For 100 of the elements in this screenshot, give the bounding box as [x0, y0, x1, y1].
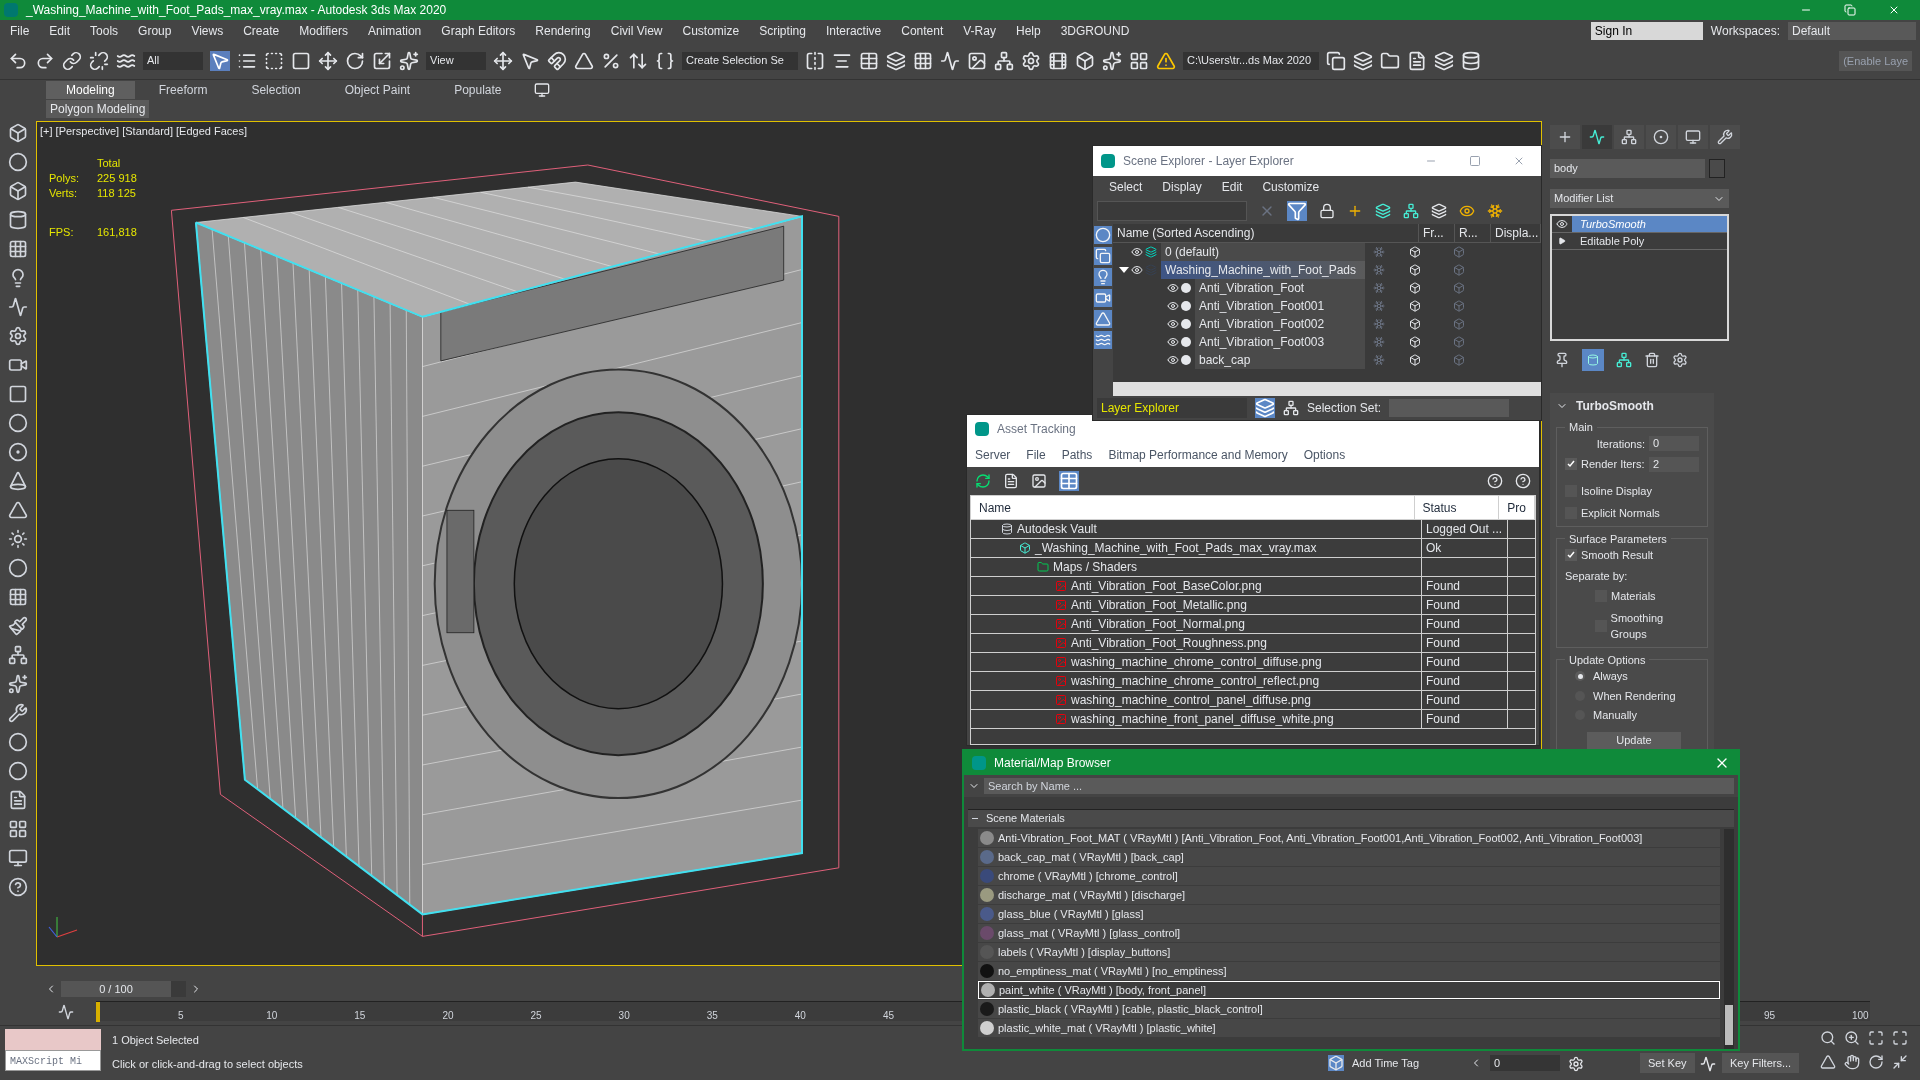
- menu-item[interactable]: Customize: [672, 22, 750, 40]
- column-header[interactable]: Pro: [1499, 496, 1535, 519]
- plus-icon[interactable]: [1550, 125, 1580, 149]
- material-row[interactable]: labels ( VRayMtl ) [display_buttons]: [978, 943, 1720, 961]
- close-icon[interactable]: [1888, 4, 1900, 16]
- project-folder-dropdown[interactable]: C:\Users\tr...ds Max 2020: [1183, 51, 1319, 70]
- modifier-stack-item[interactable]: Editable Poly: [1572, 233, 1727, 249]
- menu-item[interactable]: Content: [891, 22, 954, 40]
- link-icon[interactable]: [62, 50, 82, 71]
- move-icon[interactable]: [318, 50, 338, 71]
- square-icon[interactable]: [291, 50, 311, 71]
- asset-name[interactable]: washing_machine_chrome_control_reflect.png: [1071, 672, 1320, 690]
- layers-icon[interactable]: [1375, 203, 1391, 219]
- curve-icon[interactable]: [8, 297, 28, 317]
- curve-icon[interactable]: [940, 50, 960, 71]
- selection-set-dropdown[interactable]: Create Selection Se: [682, 51, 798, 70]
- menu-item[interactable]: Create: [233, 22, 290, 40]
- viewport-label[interactable]: [+] [Perspective] [Standard] [Edged Faces]: [40, 123, 247, 140]
- wrench-icon[interactable]: [1710, 125, 1740, 149]
- curve-icon[interactable]: [1582, 125, 1612, 149]
- lock-icon[interactable]: [1319, 203, 1335, 219]
- asset-name[interactable]: Maps / Shaders: [1053, 558, 1138, 576]
- column-header[interactable]: Name: [971, 496, 1415, 519]
- undo-icon[interactable]: [8, 50, 28, 71]
- set-key-button[interactable]: Set Key: [1640, 1053, 1695, 1073]
- grid-icon[interactable]: [8, 239, 28, 259]
- checkbox[interactable]: [1565, 549, 1577, 562]
- asset-name[interactable]: Anti_Vibration_Foot_BaseColor.png: [1071, 577, 1262, 595]
- key-filters-button[interactable]: Key Filters...: [1722, 1053, 1800, 1073]
- dashed-square-icon[interactable]: [264, 50, 284, 71]
- maxscript-listener[interactable]: MAXScript Mi: [5, 1029, 101, 1075]
- update-button[interactable]: Update: [1587, 731, 1681, 749]
- material-row[interactable]: plastic_black ( VRayMtl ) [cable, plastic_black_control]: [978, 1000, 1720, 1018]
- grid-icon[interactable]: [913, 50, 933, 71]
- asset-name[interactable]: washing_machine_front_panel_diffuse_white.png: [1071, 710, 1334, 728]
- stack-icon[interactable]: [1353, 50, 1373, 71]
- menu-item[interactable]: Interactive: [815, 22, 892, 40]
- asset-name[interactable]: washing_machine_chrome_control_diffuse.png: [1071, 653, 1322, 671]
- refresh-icon[interactable]: [975, 473, 991, 489]
- eye-icon[interactable]: [1131, 246, 1143, 258]
- layer-row-name[interactable]: Anti_Vibration_Foot001: [1195, 297, 1365, 315]
- menu-item[interactable]: Edit: [1221, 178, 1243, 196]
- wrench-icon[interactable]: [8, 703, 28, 723]
- ribbon-tab[interactable]: Modeling: [46, 80, 135, 99]
- asset-name[interactable]: Anti_Vibration_Foot_Roughness.png: [1071, 634, 1267, 652]
- layer-row-name[interactable]: back_cap: [1195, 351, 1365, 369]
- menu-item[interactable]: Views: [181, 22, 234, 40]
- material-row[interactable]: paint_white ( VRayMtl ) [body, front_panel]: [978, 981, 1720, 999]
- menu-item[interactable]: Paths: [1061, 446, 1093, 464]
- menu-item[interactable]: Customize: [1262, 178, 1320, 196]
- table-icon[interactable]: [859, 50, 879, 71]
- sparkle-icon[interactable]: [399, 50, 419, 71]
- cone-icon[interactable]: [8, 471, 28, 491]
- asset-name[interactable]: washing_machine_control_panel_diffuse.png: [1071, 691, 1311, 709]
- film-icon[interactable]: [1048, 50, 1068, 71]
- mesh-icon[interactable]: [8, 587, 28, 607]
- mirror-icon[interactable]: [805, 50, 825, 71]
- eye-icon[interactable]: [1556, 218, 1568, 230]
- material-row[interactable]: no_emptiness_mat ( VRayMtl ) [no_emptiness]: [978, 962, 1720, 980]
- sun-icon[interactable]: [8, 529, 28, 549]
- search-field[interactable]: Search by Name ...: [984, 778, 1734, 794]
- copy-icon[interactable]: [1326, 50, 1346, 71]
- menu-item[interactable]: 3DGROUND: [1050, 22, 1140, 40]
- menu-item[interactable]: Animation: [357, 22, 432, 40]
- menu-item[interactable]: Scripting: [749, 22, 816, 40]
- menu-item[interactable]: Select: [1109, 178, 1143, 196]
- eye-icon[interactable]: [1131, 264, 1143, 276]
- layer-row-name[interactable]: Anti_Vibration_Foot003: [1195, 333, 1365, 351]
- gear-icon[interactable]: [8, 326, 28, 346]
- menu-item[interactable]: Modifiers: [289, 22, 358, 40]
- column-header[interactable]: R...: [1455, 224, 1491, 242]
- freeze-icon[interactable]: [1487, 203, 1503, 219]
- help-icon[interactable]: [1487, 473, 1503, 489]
- expand-arrow-icon[interactable]: [1558, 237, 1566, 245]
- table-icon[interactable]: [1059, 471, 1079, 491]
- menu-item[interactable]: File: [0, 22, 40, 40]
- eye-icon[interactable]: [1167, 354, 1179, 366]
- ribbon-tab[interactable]: Populate: [434, 80, 522, 99]
- monitor-icon[interactable]: [1678, 125, 1708, 149]
- material-row[interactable]: chrome ( VRayMtl ) [chrome_control]: [978, 867, 1720, 885]
- group-header[interactable]: Scene Materials: [986, 810, 1065, 827]
- menu-item[interactable]: Group: [128, 22, 182, 40]
- vertical-scrollbar[interactable]: [1724, 829, 1734, 1049]
- menu-item[interactable]: Civil View: [600, 22, 673, 40]
- menu-item[interactable]: Graph Editors: [431, 22, 526, 40]
- restore-icon[interactable]: [1844, 4, 1856, 16]
- asset-name[interactable]: Autodesk Vault: [1017, 520, 1097, 538]
- maximize-icon[interactable]: [1469, 155, 1481, 167]
- camera-icon[interactable]: [1094, 289, 1112, 307]
- menu-item[interactable]: Edit: [39, 22, 81, 40]
- zoom-extents-icon[interactable]: [1868, 1030, 1884, 1046]
- material-row[interactable]: glass_mat ( VRayMtl ) [glass_control]: [978, 924, 1720, 942]
- material-row[interactable]: discharge_mat ( VRayMtl ) [discharge]: [978, 886, 1720, 904]
- rotate-icon[interactable]: [345, 50, 365, 71]
- pointer-icon[interactable]: [210, 50, 230, 71]
- asset-name[interactable]: _Washing_Machine_with_Foot_Pads_max_vray.max: [1035, 539, 1317, 557]
- orbit-icon[interactable]: [1868, 1054, 1884, 1070]
- layers-icon[interactable]: [1255, 398, 1275, 418]
- pin-icon[interactable]: [1554, 352, 1570, 368]
- ribbon-tab[interactable]: Selection: [231, 80, 321, 99]
